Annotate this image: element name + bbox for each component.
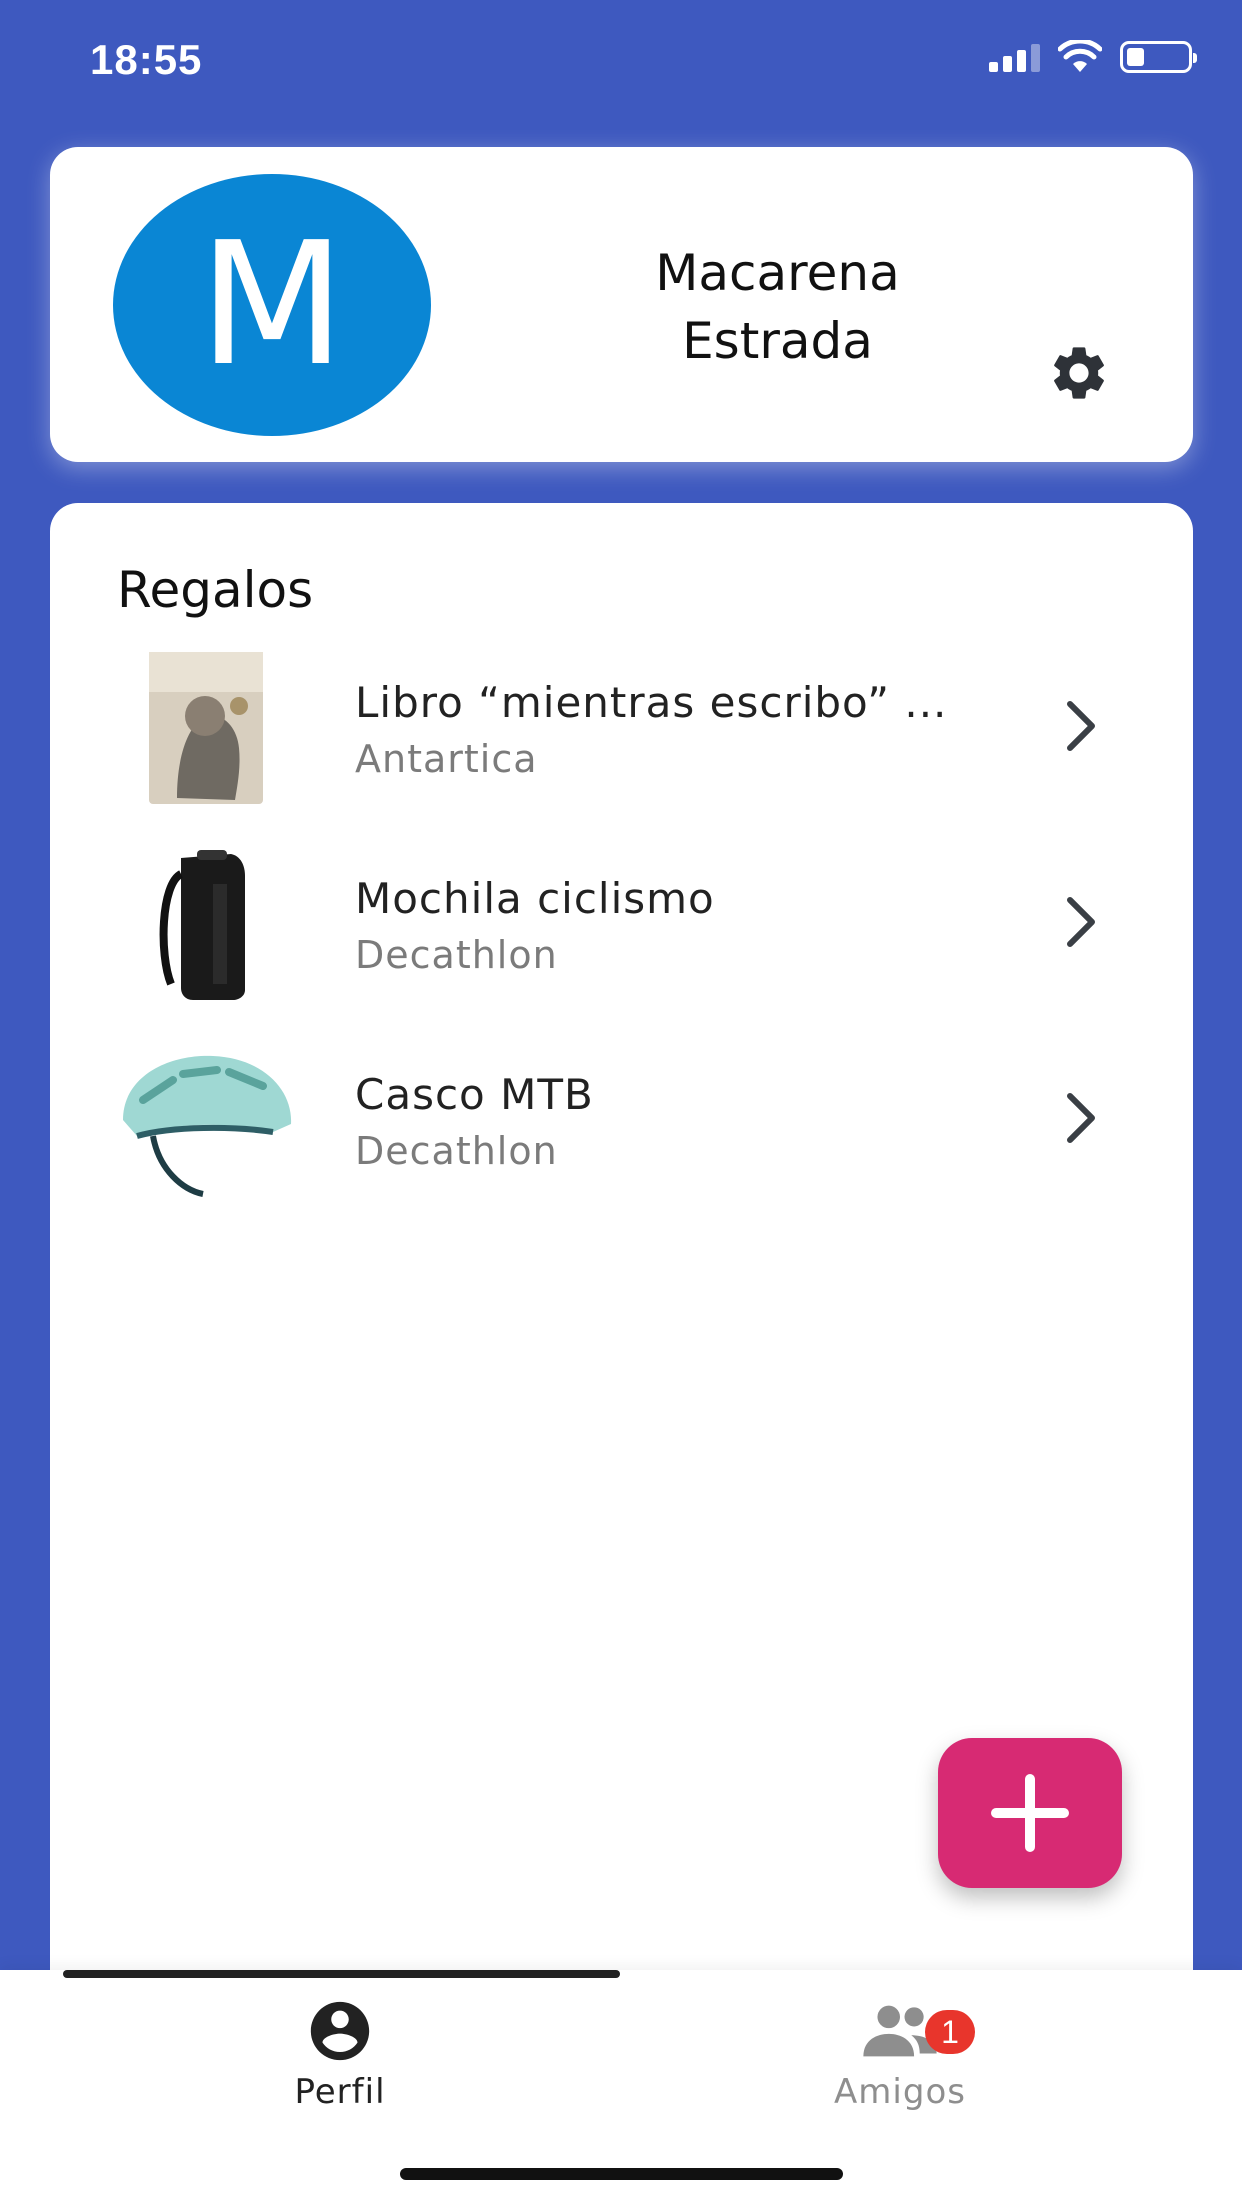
- gift-list: Libro “mientras escribo” ... Antartica M…: [50, 648, 1193, 1236]
- gift-name: Mochila ciclismo: [355, 874, 715, 923]
- tab-amigos[interactable]: 1 Amigos: [750, 2000, 1050, 2112]
- status-icons: [989, 40, 1197, 74]
- gift-name: Casco MTB: [355, 1070, 594, 1119]
- gift-item-helmet[interactable]: Casco MTB Decathlon: [50, 1040, 1193, 1236]
- gift-name: Libro “mientras escribo” ...: [355, 678, 948, 727]
- gift-store: Antartica: [355, 737, 538, 781]
- plus-icon: [991, 1774, 1069, 1852]
- gear-icon: [1054, 347, 1104, 399]
- chevron-right-icon: [1067, 897, 1095, 947]
- active-tab-indicator: [63, 1970, 620, 1978]
- cellular-signal-icon: [989, 42, 1040, 72]
- chevron-right-icon: [1067, 1093, 1095, 1143]
- gifts-title: Regalos: [117, 561, 314, 619]
- gift-store: Decathlon: [355, 933, 558, 977]
- gift-item-backpack[interactable]: Mochila ciclismo Decathlon: [50, 844, 1193, 1040]
- battery-level: [1127, 48, 1145, 66]
- battery-icon: [1120, 41, 1197, 73]
- tab-perfil[interactable]: Perfil: [190, 2000, 490, 2112]
- wifi-icon: [1058, 40, 1102, 72]
- book-cover-image: [113, 648, 298, 808]
- profile-card: M Macarena Estrada: [50, 147, 1193, 462]
- home-indicator[interactable]: [400, 2168, 843, 2180]
- nav-icon-wrapper: [190, 2000, 490, 2062]
- backpack-image: [113, 844, 298, 1004]
- avatar[interactable]: M: [113, 174, 431, 436]
- gift-text: Libro “mientras escribo” ... Antartica: [355, 678, 1055, 781]
- status-time: 18:55: [90, 36, 203, 83]
- gift-store: Decathlon: [355, 1129, 558, 1173]
- chevron-right-icon: [1067, 701, 1095, 751]
- tab-perfil-label: Perfil: [294, 2072, 386, 2112]
- bottom-nav: Perfil 1 Amigos: [0, 1970, 1242, 2208]
- profile-first-name: Macarena: [655, 244, 900, 302]
- gift-item-book[interactable]: Libro “mientras escribo” ... Antartica: [50, 648, 1193, 844]
- profile-name: Macarena Estrada: [510, 239, 1045, 375]
- user-circle-icon: [310, 2001, 370, 2061]
- settings-button[interactable]: [1043, 337, 1115, 409]
- gift-text: Casco MTB Decathlon: [355, 1070, 1055, 1173]
- add-gift-button[interactable]: [938, 1738, 1122, 1888]
- gift-text: Mochila ciclismo Decathlon: [355, 874, 1055, 977]
- status-bar: 18:55: [0, 0, 1242, 120]
- helmet-image: [113, 1040, 298, 1200]
- profile-last-name: Estrada: [682, 312, 873, 370]
- tab-amigos-label: Amigos: [834, 2072, 966, 2112]
- nav-icon-wrapper: 1: [750, 2000, 1050, 2062]
- notification-badge: 1: [925, 2010, 975, 2054]
